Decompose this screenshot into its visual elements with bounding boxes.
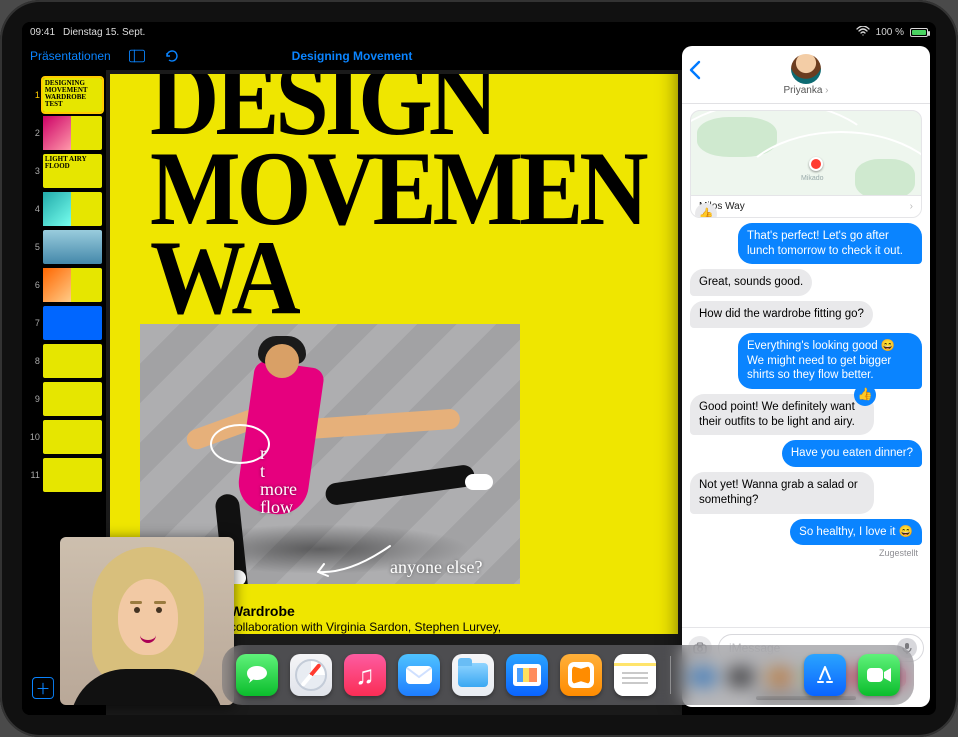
messages-header: Priyanka xyxy=(682,46,930,104)
dock-app-notes[interactable] xyxy=(614,654,656,696)
messages-slideover[interactable]: Priyanka Mikado Milos Way › xyxy=(682,46,930,707)
tapback-thumbsup-icon[interactable]: 👍 xyxy=(695,203,717,218)
message-sent[interactable]: Everything's looking good 😄 We might nee… xyxy=(738,333,922,389)
slide-number: 9 xyxy=(28,394,40,404)
sidebar-toggle-icon[interactable] xyxy=(129,48,145,64)
message-sent[interactable]: So healthy, I love it 😄 xyxy=(790,519,922,546)
message-received[interactable]: How did the wardrobe fitting go? xyxy=(690,301,873,328)
slide-thumb-8[interactable]: 8 xyxy=(28,344,102,378)
slide-number: 2 xyxy=(28,128,40,138)
contact-name: Priyanka xyxy=(783,85,828,96)
slide-number: 8 xyxy=(28,356,40,366)
annotation-left: r t more flow xyxy=(260,444,297,516)
slide-preview xyxy=(43,306,102,340)
shared-location-card[interactable]: Mikado Milos Way › 👍 xyxy=(690,110,922,218)
slide-preview: DESIGNING MOVEMENT WARDROBE TEST xyxy=(43,78,102,112)
facetime-pip[interactable] xyxy=(60,537,234,705)
slide-thumb-10[interactable]: 10 xyxy=(28,420,102,454)
contact-avatar xyxy=(791,54,821,84)
slide-thumb-11[interactable]: 11 xyxy=(28,458,102,492)
slide-thumb-7[interactable]: 7 xyxy=(28,306,102,340)
slide-preview xyxy=(43,344,102,378)
battery-percent: 100 % xyxy=(876,27,904,38)
dock-app-safari[interactable] xyxy=(290,654,332,696)
status-date: Dienstag 15. Sept. xyxy=(63,27,145,38)
slide-number: 5 xyxy=(28,242,40,252)
slide-number: 4 xyxy=(28,204,40,214)
dock-app-music[interactable]: ♫ xyxy=(344,654,386,696)
slide-thumb-6[interactable]: 6 xyxy=(28,268,102,302)
slide-preview xyxy=(43,420,102,454)
message-received[interactable]: Not yet! Wanna grab a salad or something… xyxy=(690,472,874,513)
slide-thumb-5[interactable]: 5 xyxy=(28,230,102,264)
slide-number: 3 xyxy=(28,166,40,176)
slide-preview xyxy=(43,382,102,416)
keynote-toolbar: Präsentationen Designing Movement xyxy=(22,42,682,70)
message-received[interactable]: Good point! We definitely want their out… xyxy=(690,394,874,435)
message-sent[interactable]: That's perfect! Let's go after lunch tom… xyxy=(738,223,922,264)
dock-separator xyxy=(670,656,671,694)
add-slide-button[interactable]: ＋ xyxy=(32,677,54,699)
map-pin-icon xyxy=(809,157,823,171)
dock-app-messages[interactable] xyxy=(236,654,278,696)
slide-thumb-1[interactable]: 1 DESIGNING MOVEMENT WARDROBE TEST xyxy=(28,78,102,112)
slide-preview xyxy=(43,458,102,492)
battery-icon xyxy=(910,28,928,37)
slide-subheading: Wardrobe xyxy=(230,604,638,618)
slide-preview xyxy=(43,268,102,302)
message-received[interactable]: Great, sounds good. xyxy=(690,269,812,296)
message-text: Good point! We definitely want their out… xyxy=(699,401,855,428)
slide-preview xyxy=(43,116,102,150)
ipad-bezel: 09:41 Dienstag 15. Sept. 100 % Präsentat… xyxy=(0,0,958,737)
slide-number: 6 xyxy=(28,280,40,290)
contact-button[interactable]: Priyanka xyxy=(783,54,828,96)
slide-preview xyxy=(43,230,102,264)
back-button[interactable]: Präsentationen xyxy=(30,49,111,63)
annotation-right: anyone else? xyxy=(390,558,482,576)
dock-app-books[interactable] xyxy=(560,654,602,696)
slide-thumb-4[interactable]: 4 xyxy=(28,192,102,226)
slide-subtext[interactable]: Wardrobe collaboration with Virginia Sar… xyxy=(230,604,638,634)
slide-number: 11 xyxy=(28,470,40,480)
dock-app-keynote[interactable] xyxy=(506,654,548,696)
slide-number: 10 xyxy=(28,432,40,442)
undo-icon[interactable] xyxy=(163,48,179,64)
messages-back-button[interactable] xyxy=(688,60,702,86)
dock[interactable]: ♫ xyxy=(222,645,914,705)
slide-number: 7 xyxy=(28,318,40,328)
dock-app-files[interactable] xyxy=(452,654,494,696)
doc-title[interactable]: Designing Movement xyxy=(292,49,413,63)
dock-recent-appstore[interactable] xyxy=(804,654,846,696)
annotation-arrow-icon xyxy=(310,540,400,580)
message-sent[interactable]: Have you eaten dinner? xyxy=(782,440,922,467)
status-time: 09:41 xyxy=(30,27,55,38)
dock-recent-facetime[interactable] xyxy=(858,654,900,696)
slide-preview xyxy=(43,192,102,226)
chevron-right-icon: › xyxy=(910,201,913,212)
tapback-like-icon[interactable]: 👍 xyxy=(854,384,876,406)
slide-thumb-3[interactable]: 3 LIGHT AIRY FLOOD xyxy=(28,154,102,188)
dock-app-mail[interactable] xyxy=(398,654,440,696)
slide-thumb-2[interactable]: 2 xyxy=(28,116,102,150)
messages-thread[interactable]: Mikado Milos Way › 👍 That's perfect! Let… xyxy=(682,104,930,627)
slide-preview: LIGHT AIRY FLOOD xyxy=(43,154,102,188)
slide-thumb-9[interactable]: 9 xyxy=(28,382,102,416)
ipad-screen: 09:41 Dienstag 15. Sept. 100 % Präsentat… xyxy=(22,22,936,715)
delivered-label: Zugestellt xyxy=(879,548,918,558)
slide-credits: collaboration with Virginia Sardon, Step… xyxy=(230,620,638,634)
slide-number: 1 xyxy=(28,90,40,100)
wifi-icon xyxy=(856,26,870,39)
status-bar: 09:41 Dienstag 15. Sept. 100 % xyxy=(22,22,936,42)
